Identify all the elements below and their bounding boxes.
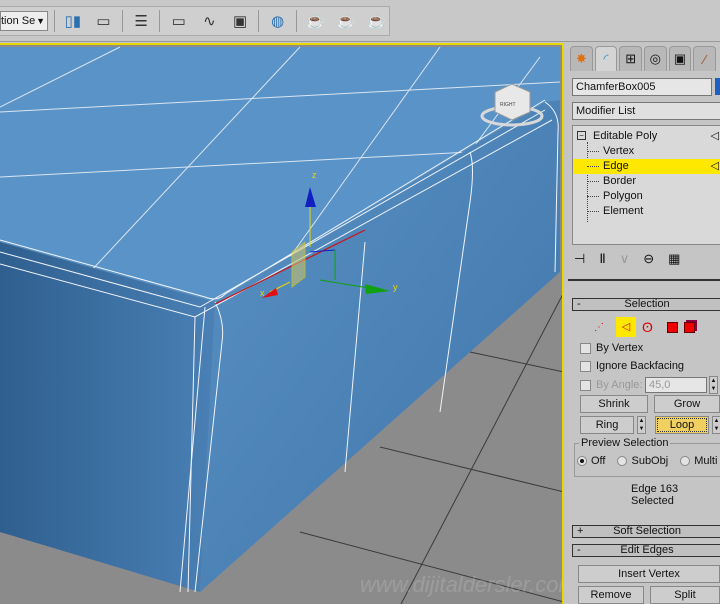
perspective-viewport[interactable]: z y x RIGHT www.dijitaldersler.com (0, 43, 564, 604)
vertex-mode-icon[interactable]: ⋰ (594, 322, 610, 333)
object-name-field[interactable]: ChamferBox005 (572, 78, 712, 96)
schematic-view-icon[interactable]: ▣ (228, 9, 253, 33)
ring-spinner[interactable]: ▲ ▼ (637, 416, 646, 434)
render-icon[interactable]: ☕ (364, 9, 389, 33)
stack-item-edge[interactable]: Edge ◁ (573, 159, 720, 174)
shrink-button[interactable]: Shrink (580, 395, 648, 413)
loop-button[interactable]: Loop (655, 416, 709, 434)
rendered-frame-icon[interactable]: ☕ (334, 9, 359, 33)
viewcube-face-label: RIGHT (500, 102, 516, 108)
create-tab-icon[interactable]: ✸ (570, 46, 593, 71)
grow-button[interactable]: Grow (654, 395, 720, 413)
scene-explorer-icon[interactable]: ▭ (166, 9, 191, 33)
angle-spinner[interactable]: ▲ ▼ (709, 376, 718, 394)
stack-item-vertex[interactable]: Vertex (573, 144, 720, 159)
pin-stack-icon[interactable]: ⊣ (574, 251, 585, 267)
named-selection-set-dropdown[interactable]: tion Se ▼ (0, 11, 48, 31)
utilities-tab-icon[interactable]: ⁄ (693, 46, 717, 71)
by-angle-checkbox[interactable]: By Angle: (580, 379, 642, 391)
soft-selection-rollout-header[interactable]: + Soft Selection (572, 525, 720, 538)
watermark: www.dijitaldersler.com (360, 572, 564, 597)
loop-spinner[interactable]: ▲ ▼ (712, 416, 720, 434)
motion-tab-icon[interactable]: ◎ (644, 46, 667, 71)
stack-item-editable-poly[interactable]: − Editable Poly ◁ (573, 129, 720, 144)
viewport-scene: z y x RIGHT www.dijitaldersler.com (0, 46, 564, 604)
render-setup-icon[interactable]: ☕ (303, 9, 328, 33)
preview-selection-group: Preview Selection Off SubObj Multi (574, 437, 720, 477)
stack-item-element[interactable]: Element (573, 204, 720, 219)
object-color-swatch[interactable] (715, 78, 720, 95)
selection-status: Edge 163 Selected (631, 483, 679, 507)
remove-modifier-icon[interactable]: ⊖ (643, 251, 654, 267)
border-mode-icon[interactable]: ʘ (642, 319, 653, 335)
main-toolbar: tion Se ▼ ▯▮ ▭ ☰ ▭ ∿ ▣ ◍ ☕ ☕ ☕ (0, 0, 720, 42)
lightbulb-icon[interactable]: ◁ (711, 129, 719, 144)
ring-button[interactable]: Ring (580, 416, 634, 434)
make-unique-icon[interactable]: ∨ (620, 251, 630, 267)
hierarchy-tab-icon[interactable]: ⊞ (619, 46, 643, 71)
mirror-icon[interactable]: ▯▮ (61, 9, 86, 33)
curve-editor-icon[interactable]: ∿ (197, 9, 222, 33)
edge-mode-icon[interactable]: ◁ (616, 317, 636, 337)
show-end-result-icon[interactable]: Ⅱ (599, 251, 605, 267)
stack-item-polygon[interactable]: Polygon (573, 189, 720, 204)
gizmo-y-label: y (393, 282, 398, 292)
collapse-icon[interactable]: − (577, 131, 586, 140)
command-panel: ✸ ◜ ⊞ ◎ ▣ ⁄ ChamferBox005 Modifier List … (566, 43, 720, 604)
preview-multi-radio[interactable]: Multi (680, 455, 717, 467)
configure-modifier-sets-icon[interactable]: ▦ (668, 251, 680, 267)
stack-item-border[interactable]: Border (573, 174, 720, 189)
edit-edges-rollout-header[interactable]: - Edit Edges (572, 544, 720, 557)
layer-manager-icon[interactable]: ☰ (129, 9, 154, 33)
remove-button[interactable]: Remove (578, 586, 644, 604)
gizmo-x-label: x (260, 288, 265, 298)
chevron-down-icon: ▼ (36, 16, 45, 26)
modifier-list-dropdown[interactable]: Modifier List (572, 102, 720, 120)
preview-subobj-radio[interactable]: SubObj (617, 455, 668, 467)
align-icon[interactable]: ▭ (91, 9, 116, 33)
split-button[interactable]: Split (650, 586, 720, 604)
material-editor-icon[interactable]: ◍ (265, 9, 290, 33)
insert-vertex-button[interactable]: Insert Vertex (578, 565, 720, 583)
element-mode-icon[interactable] (683, 321, 695, 333)
preview-off-radio[interactable]: Off (577, 455, 605, 467)
modify-tab-icon[interactable]: ◜ (594, 46, 618, 71)
display-tab-icon[interactable]: ▣ (668, 46, 692, 71)
by-vertex-checkbox[interactable]: By Vertex (580, 342, 643, 354)
selection-rollout-header[interactable]: - Selection (572, 298, 720, 311)
angle-input[interactable]: 45,0 (645, 377, 707, 393)
ignore-backfacing-checkbox[interactable]: Ignore Backfacing (580, 360, 684, 372)
edge-mode-icon: ◁ (710, 160, 719, 172)
modifier-stack: − Editable Poly ◁ Vertex Edge ◁ Border Poly… (572, 125, 720, 245)
gizmo-z-label: z (312, 170, 317, 180)
polygon-mode-icon[interactable] (666, 321, 678, 333)
box-front-face (0, 242, 215, 592)
